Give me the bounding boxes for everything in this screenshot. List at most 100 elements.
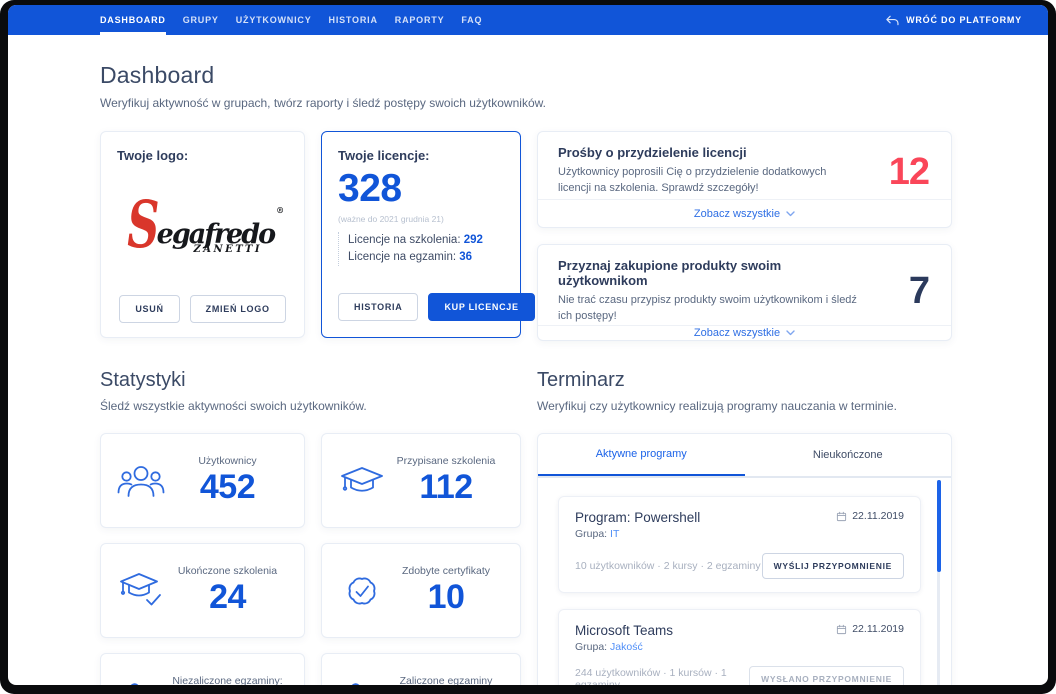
- tab-unfinished[interactable]: Nieukończone: [745, 434, 952, 476]
- certificate-badge-icon: [338, 571, 386, 611]
- stat-users-value: 452: [200, 469, 255, 506]
- change-logo-button[interactable]: ZMIEŃ LOGO: [190, 295, 286, 323]
- top-nav: DASHBOARD GRUPY UŻYTKOWNICY HISTORIA RAP…: [8, 5, 1048, 35]
- reminder-sent-button[interactable]: WYSŁANO PRZYPOMNIENIE: [749, 666, 904, 685]
- license-card: Twoje licencje: 328 (ważne do 2021 grudn…: [321, 131, 521, 338]
- see-all-label: Zobacz wszystkie: [694, 327, 780, 339]
- segafredo-wordmark: S egafredo ®: [121, 203, 284, 248]
- stat-card-assigned-trainings: Przypisane szkolenia 112: [321, 433, 521, 528]
- stat-completed-value: 24: [209, 579, 246, 616]
- program-date-text: 22.11.2019: [852, 623, 904, 635]
- group-link[interactable]: Jakość: [610, 641, 643, 653]
- schedule-tabs: Aktywne programy Nieukończone: [538, 434, 951, 478]
- assign-products-count: 7: [909, 272, 929, 310]
- assign-products-text: Przyznaj zakupione produkty swoim użytko…: [558, 258, 858, 325]
- chevron-down-icon: [786, 330, 795, 336]
- zanetti-wordmark-text: ZANETTI: [193, 244, 262, 255]
- stat-card-passed-exams: Zaliczone egzaminy 14: [321, 653, 521, 685]
- license-trainings-row: Licencje na szkolenia: 292: [348, 232, 504, 249]
- top-cards-row: Twoje logo: S egafredo ® ZANETTI USUŃ ZM…: [100, 131, 952, 341]
- program-top-row: Program: Powershell 22.11.2019: [575, 510, 904, 525]
- program-bottom-row: 244 użytkowników · 1 kursów · 1 egzaminy…: [575, 666, 904, 685]
- program-title: Program: Powershell: [575, 510, 700, 525]
- nav-item-uzytkownicy[interactable]: UŻYTKOWNICY: [236, 5, 312, 35]
- group-label: Grupa:: [575, 528, 607, 540]
- nav-item-faq[interactable]: FAQ: [461, 5, 482, 35]
- stat-assigned-label: Przypisane szkolenia: [397, 455, 496, 467]
- return-arrow-icon: [884, 14, 899, 26]
- stat-certificates-block: Zdobyte certyfikaty 10: [386, 565, 506, 616]
- assign-products-body: Nie trać czasu przypisz produkty swoim u…: [558, 293, 858, 325]
- page-subtitle: Weryfikuj aktywność w grupach, twórz rap…: [100, 96, 952, 110]
- program-title: Microsoft Teams: [575, 623, 673, 638]
- schedule-scrollbar-track[interactable]: [937, 480, 940, 685]
- nav-item-grupy[interactable]: GRUPY: [183, 5, 219, 35]
- segafredo-s-swoosh: S: [127, 202, 159, 248]
- assign-products-card: Przyznaj zakupione produkty swoim użytko…: [537, 244, 952, 341]
- screenshot-frame: DASHBOARD GRUPY UŻYTKOWNICY HISTORIA RAP…: [0, 0, 1056, 694]
- calendar-icon: [836, 624, 847, 635]
- app-window: DASHBOARD GRUPY UŻYTKOWNICY HISTORIA RAP…: [8, 5, 1048, 685]
- graduation-cap-icon: [338, 461, 386, 501]
- graduation-cap-check-icon: [117, 571, 165, 611]
- program-card-teams: Microsoft Teams 22.11.2019 Grupa: Jakość…: [558, 609, 921, 685]
- history-button[interactable]: HISTORIA: [338, 293, 418, 321]
- license-trainings-label: Licencje na szkolenia:: [348, 234, 461, 246]
- license-requests-title: Prośby o przydzielenie licencji: [558, 145, 858, 160]
- stat-assigned-block: Przypisane szkolenia 112: [386, 455, 506, 506]
- stat-certificates-label: Zdobyte certyfikaty: [402, 565, 490, 577]
- nav-item-historia[interactable]: HISTORIA: [329, 5, 378, 35]
- stat-passed-label: Zaliczone egzaminy: [400, 675, 493, 685]
- pen-cross-icon: [117, 681, 165, 686]
- tab-active-programs[interactable]: Aktywne programy: [538, 434, 745, 476]
- back-to-platform-link[interactable]: WRÓĆ DO PLATFORMY: [884, 5, 1022, 35]
- group-link[interactable]: IT: [610, 528, 619, 540]
- program-meta: 10 użytkowników · 2 kursy · 2 egzaminy: [575, 560, 761, 572]
- stat-card-completed-trainings: Ukończone szkolenia 24: [100, 543, 305, 638]
- assign-products-main: Przyznaj zakupione produkty swoim użytko…: [538, 245, 951, 325]
- license-requests-card: Prośby o przydzielenie licencji Użytkown…: [537, 131, 952, 228]
- chevron-down-icon: [786, 211, 795, 217]
- users-icon: [117, 461, 165, 501]
- schedule-panel: Aktywne programy Nieukończone Program: P…: [537, 433, 952, 685]
- license-card-title: Twoje licencje:: [338, 148, 504, 163]
- nav-item-dashboard[interactable]: DASHBOARD: [100, 5, 166, 35]
- program-meta: 244 użytkowników · 1 kursów · 1 egzaminy: [575, 667, 749, 685]
- license-total-count: 328: [338, 169, 504, 210]
- buy-licenses-button[interactable]: KUP LICENCJE: [428, 293, 534, 321]
- logo-card-buttons: USUŃ ZMIEŃ LOGO: [117, 295, 288, 323]
- schedule-section: Terminarz Weryfikuj czy użytkownicy real…: [537, 369, 952, 685]
- program-group: Grupa: IT: [575, 528, 904, 540]
- stat-failed-block: Niezaliczone egzaminy: 3: [165, 675, 290, 685]
- assign-products-see-all-link[interactable]: Zobacz wszystkie: [538, 325, 951, 340]
- stat-card-users: Użytkownicy 452: [100, 433, 305, 528]
- license-requests-see-all-link[interactable]: Zobacz wszystkie: [538, 199, 951, 227]
- program-date-text: 22.11.2019: [852, 510, 904, 522]
- logo-card-title: Twoje logo:: [117, 148, 288, 163]
- stat-completed-block: Ukończone szkolenia 24: [165, 565, 290, 616]
- nav-item-raporty[interactable]: RAPORTY: [395, 5, 445, 35]
- schedule-scrollbar-thumb[interactable]: [937, 480, 941, 572]
- stat-card-failed-exams: Niezaliczone egzaminy: 3: [100, 653, 305, 685]
- license-requests-body: Użytkownicy poprosili Cię o przydzieleni…: [558, 165, 858, 197]
- license-breakdown: Licencje na szkolenia: 292 Licencje na e…: [338, 232, 504, 266]
- program-top-row: Microsoft Teams 22.11.2019: [575, 623, 904, 638]
- stat-card-certificates: Zdobyte certyfikaty 10: [321, 543, 521, 638]
- program-bottom-row: 10 użytkowników · 2 kursy · 2 egzaminy W…: [575, 553, 904, 579]
- license-card-buttons: HISTORIA KUP LICENCJE: [338, 293, 504, 321]
- see-all-label: Zobacz wszystkie: [694, 208, 780, 220]
- logo-card: Twoje logo: S egafredo ® ZANETTI USUŃ ZM…: [100, 131, 305, 338]
- schedule-heading: Terminarz: [537, 369, 952, 392]
- stat-users-label: Użytkownicy: [198, 455, 256, 467]
- stats-subtitle: Śledź wszystkie aktywności swoich użytko…: [100, 399, 521, 413]
- send-reminder-button[interactable]: WYŚLIJ PRZYPOMNIENIE: [762, 553, 904, 579]
- notices-column: Prośby o przydzielenie licencji Użytkown…: [537, 131, 952, 341]
- calendar-icon: [836, 511, 847, 522]
- remove-logo-button[interactable]: USUŃ: [119, 295, 179, 323]
- license-exams-label: Licencje na egzamin:: [348, 251, 456, 263]
- stat-completed-label: Ukończone szkolenia: [178, 565, 277, 577]
- license-requests-main: Prośby o przydzielenie licencji Użytkown…: [538, 132, 951, 199]
- stat-assigned-value: 112: [419, 469, 472, 506]
- company-logo: S egafredo ® ZANETTI: [117, 163, 288, 295]
- program-date: 22.11.2019: [836, 510, 904, 522]
